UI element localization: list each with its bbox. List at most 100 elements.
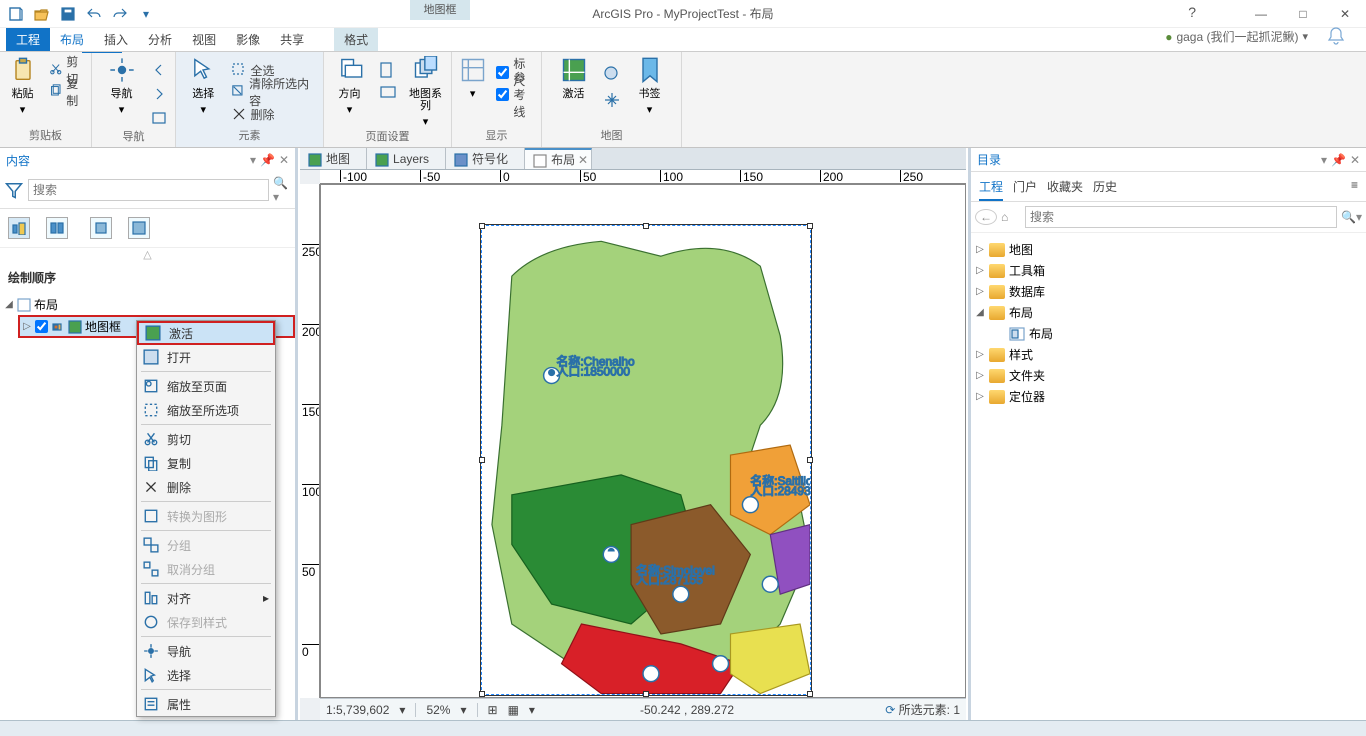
list-by-drawing-icon[interactable] bbox=[8, 217, 30, 239]
catalog-item-folders[interactable]: ▷文件夹 bbox=[975, 365, 1362, 386]
ctx-zoom-page[interactable]: 缩放至页面 bbox=[137, 374, 275, 398]
tab-insert[interactable]: 插入 bbox=[94, 28, 138, 52]
catalog-menu-icon[interactable]: ≡ bbox=[1351, 178, 1358, 201]
coordinates-display: -50.242 , 289.272 bbox=[640, 703, 734, 717]
catalog-item-styles[interactable]: ▷样式 bbox=[975, 344, 1362, 365]
ctx-navigate[interactable]: 导航 bbox=[137, 639, 275, 663]
guides-checkbox[interactable]: 参考线 bbox=[496, 84, 536, 104]
clear-selection-button[interactable]: 清除所选内容 bbox=[231, 82, 315, 102]
qat-redo-icon[interactable] bbox=[108, 2, 132, 26]
navigate-button[interactable]: 导航▾ bbox=[101, 56, 143, 116]
next-extent-icon[interactable] bbox=[151, 84, 167, 104]
back-icon[interactable]: ← bbox=[975, 209, 997, 225]
ctx-save-style: 保存到样式 bbox=[137, 610, 275, 634]
catalog-item-locators[interactable]: ▷定位器 bbox=[975, 386, 1362, 407]
catalog-tab-favorites[interactable]: 收藏夹 bbox=[1047, 178, 1083, 201]
catalog-item-layouts[interactable]: ◢布局 bbox=[975, 302, 1362, 323]
qat-open-icon[interactable] bbox=[30, 2, 54, 26]
map-frame[interactable]: 名称:Chenalho 人口:1850000 名称:Simojovel 人口:2… bbox=[481, 225, 811, 695]
ctx-open[interactable]: 打开 bbox=[137, 345, 275, 369]
catalog-item-layout-child[interactable]: 布局 bbox=[975, 323, 1362, 344]
map-series-button[interactable]: 地图系列▾ bbox=[405, 56, 447, 128]
delete-element-button[interactable]: 删除 bbox=[231, 104, 315, 124]
ctx-copy[interactable]: 复制 bbox=[137, 451, 275, 475]
tab-analyze[interactable]: 分析 bbox=[138, 28, 182, 52]
catalog-title: 目录 bbox=[977, 151, 1001, 168]
minimize-button[interactable]: — bbox=[1240, 0, 1282, 28]
filter-icon[interactable] bbox=[4, 180, 24, 200]
ctx-properties[interactable]: 属性 bbox=[137, 692, 275, 716]
tab-layout[interactable]: 布局 bbox=[50, 28, 94, 52]
refresh-icon[interactable]: ⟳ bbox=[885, 703, 895, 717]
list-by-selection-icon[interactable] bbox=[90, 217, 112, 239]
zoom-display[interactable]: 52% bbox=[426, 703, 450, 717]
qat-save-icon[interactable] bbox=[56, 2, 80, 26]
catalog-dropdown-icon[interactable]: ▾ bbox=[1321, 153, 1327, 167]
catalog-search-icon[interactable]: 🔍▾ bbox=[1341, 210, 1362, 224]
orientation-button[interactable]: 方向▾ bbox=[329, 56, 371, 116]
help-icon[interactable]: ? bbox=[1188, 4, 1196, 20]
catalog-pin-icon[interactable]: 📌 bbox=[1331, 153, 1346, 167]
catalog-tab-project[interactable]: 工程 bbox=[979, 178, 1003, 201]
nav-arrows-icon[interactable] bbox=[603, 90, 621, 110]
qat-undo-icon[interactable] bbox=[82, 2, 106, 26]
tab-image[interactable]: 影像 bbox=[226, 28, 270, 52]
catalog-search-input[interactable] bbox=[1025, 206, 1337, 228]
tab-share[interactable]: 共享 bbox=[270, 28, 314, 52]
full-extent-icon[interactable] bbox=[151, 108, 167, 128]
ruler-horizontal: -100-50050100150200250 bbox=[320, 170, 966, 184]
svg-text:人口:1850000: 人口:1850000 bbox=[557, 365, 631, 379]
snap-icon[interactable]: ⊞ bbox=[488, 703, 498, 717]
qat-new-icon[interactable] bbox=[4, 2, 28, 26]
maximize-button[interactable]: □ bbox=[1282, 0, 1324, 28]
view-tab-layout[interactable]: 布局✕ bbox=[525, 148, 592, 169]
guides-menu-icon[interactable]: ▾ bbox=[457, 56, 488, 100]
tab-close-icon[interactable]: ✕ bbox=[578, 149, 588, 171]
catalog-item-databases[interactable]: ▷数据库 bbox=[975, 281, 1362, 302]
grid-icon[interactable]: ▦ bbox=[508, 703, 519, 717]
ctx-align[interactable]: 对齐▸ bbox=[137, 586, 275, 610]
catalog-item-toolbox[interactable]: ▷工具箱 bbox=[975, 260, 1362, 281]
view-tab-layers[interactable]: Layers bbox=[367, 148, 446, 169]
scale-display[interactable]: 1:5,739,602 bbox=[326, 703, 389, 717]
view-tab-map[interactable]: 地图 bbox=[300, 148, 367, 169]
mapframe-visibility-checkbox[interactable] bbox=[35, 320, 48, 333]
catalog-close-icon[interactable]: ✕ bbox=[1350, 153, 1360, 167]
ctx-select[interactable]: 选择 bbox=[137, 663, 275, 687]
bookmarks-button[interactable]: 书签▾ bbox=[629, 56, 671, 116]
catalog-tab-history[interactable]: 历史 bbox=[1093, 178, 1117, 201]
page-prop-icon[interactable] bbox=[379, 84, 397, 104]
prev-extent-icon[interactable] bbox=[151, 60, 167, 80]
select-button[interactable]: 选择▾ bbox=[184, 56, 223, 116]
search-icon[interactable]: 🔍▾ bbox=[273, 176, 291, 204]
contents-dropdown-icon[interactable]: ▾ bbox=[250, 153, 256, 167]
contents-close-icon[interactable]: ✕ bbox=[279, 153, 289, 167]
tab-view[interactable]: 视图 bbox=[182, 28, 226, 52]
signed-in-user[interactable]: ●gaga (我们一起抓泥鳅) ▾ bbox=[1165, 28, 1308, 45]
home-icon[interactable]: ⌂ bbox=[1001, 210, 1021, 224]
activate-mapframe-button[interactable]: 激活 bbox=[553, 56, 595, 100]
page-size-icon[interactable] bbox=[379, 60, 397, 80]
copy-button[interactable]: 复制 bbox=[49, 82, 87, 102]
list-by-snapping-icon[interactable] bbox=[128, 217, 150, 239]
catalog-tab-portal[interactable]: 门户 bbox=[1013, 178, 1037, 201]
ctx-delete[interactable]: 删除 bbox=[137, 475, 275, 499]
ctx-cut[interactable]: 剪切 bbox=[137, 427, 275, 451]
tree-root-layout[interactable]: ◢布局 bbox=[4, 294, 295, 315]
close-button[interactable]: ✕ bbox=[1324, 0, 1366, 28]
list-by-type-icon[interactable] bbox=[46, 217, 68, 239]
zoom-full-icon[interactable] bbox=[603, 64, 621, 84]
ctx-activate[interactable]: 激活 bbox=[137, 321, 275, 345]
contents-pin-icon[interactable]: 📌 bbox=[260, 153, 275, 167]
paste-button[interactable]: 粘贴▾ bbox=[5, 56, 41, 116]
tab-format[interactable]: 格式 bbox=[334, 28, 378, 52]
qat-customize-icon[interactable]: ▾ bbox=[134, 2, 158, 26]
catalog-item-maps[interactable]: ▷地图 bbox=[975, 239, 1362, 260]
layout-canvas[interactable]: 名称:Chenalho 人口:1850000 名称:Simojovel 人口:2… bbox=[320, 184, 966, 698]
tab-file[interactable]: 工程 bbox=[6, 28, 50, 52]
contents-search-input[interactable] bbox=[28, 179, 269, 201]
svg-text:人口:287155: 人口:287155 bbox=[636, 573, 703, 587]
notification-bell-icon[interactable] bbox=[1326, 26, 1346, 46]
ctx-zoom-selection[interactable]: 缩放至所选项 bbox=[137, 398, 275, 422]
view-tab-symbology[interactable]: 符号化 bbox=[446, 148, 525, 169]
